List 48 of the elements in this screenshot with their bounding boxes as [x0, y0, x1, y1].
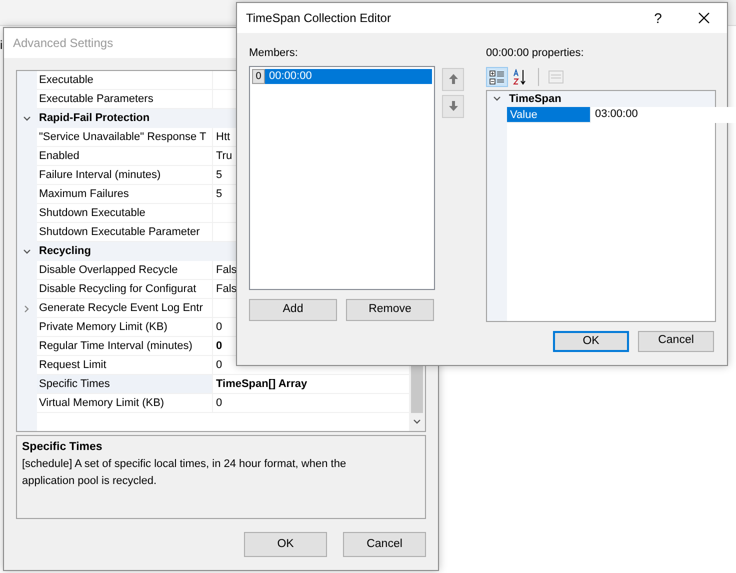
category-header[interactable]: TimeSpan	[507, 90, 715, 106]
property-label[interactable]: Shutdown Executable	[37, 204, 213, 223]
property-label[interactable]: Generate Recycle Event Log Entr	[37, 299, 213, 318]
window-title: i	[0, 37, 3, 54]
collapse-icon[interactable]	[23, 114, 31, 122]
property-label[interactable]: Failure Interval (minutes)	[37, 166, 213, 185]
properties-label: 00:00:00 properties:	[486, 46, 585, 61]
property-label[interactable]: Executable	[37, 71, 213, 90]
expand-icon[interactable]	[23, 304, 31, 312]
property-pages-icon	[548, 68, 564, 84]
cancel-button[interactable]: Cancel	[343, 532, 426, 557]
property-label[interactable]: Disable Recycling for Configurat	[37, 280, 213, 299]
move-up-button[interactable]	[442, 68, 464, 90]
move-down-button[interactable]	[442, 94, 464, 118]
property-label[interactable]: Virtual Memory Limit (KB)	[37, 394, 213, 413]
property-label[interactable]: Specific Times	[37, 375, 213, 394]
collapse-icon[interactable]	[493, 94, 501, 102]
scroll-down-icon[interactable]	[413, 418, 421, 426]
categorized-button[interactable]	[486, 66, 508, 86]
property-value[interactable]: 0	[213, 394, 409, 413]
property-label[interactable]: Value	[507, 106, 591, 122]
members-label: Members:	[249, 46, 299, 61]
property-label[interactable]: Disable Overlapped Recycle	[37, 261, 213, 280]
index-button[interactable]: 0	[252, 68, 265, 84]
remove-button[interactable]: Remove	[346, 298, 434, 320]
members-list[interactable]: 0 00:00:00	[249, 66, 435, 290]
property-label[interactable]: Maximum Failures	[37, 185, 213, 204]
down-arrow-icon	[448, 101, 458, 111]
close-icon	[698, 12, 710, 24]
collapse-icon[interactable]	[23, 248, 31, 256]
window-title: Advanced Settings	[13, 35, 114, 52]
property-label[interactable]: "Service Unavailable" Response T	[37, 128, 213, 147]
help-button[interactable]: ?	[635, 3, 681, 33]
property-value[interactable]: TimeSpan[] Array	[213, 375, 409, 394]
description-text: [schedule] A set of specific local times, in 24 hour format, when the application pool is recycled.	[22, 457, 348, 489]
ok-button[interactable]: OK	[553, 330, 629, 352]
toolbar-separator	[538, 68, 539, 86]
property-label[interactable]: Private Memory Limit (KB)	[37, 318, 213, 337]
member-item[interactable]: 00:00:00	[265, 68, 432, 84]
window-title: TimeSpan Collection Editor	[246, 10, 392, 27]
property-label[interactable]: Regular Time Interval (minutes)	[37, 337, 213, 356]
description-title: Specific Times	[22, 440, 104, 455]
property-label[interactable]: Enabled	[37, 147, 213, 166]
add-button[interactable]: Add	[249, 298, 337, 320]
cancel-button[interactable]: Cancel	[638, 330, 714, 352]
up-arrow-icon	[448, 74, 458, 84]
categorized-icon	[489, 68, 505, 84]
ok-button[interactable]: OK	[244, 532, 327, 557]
